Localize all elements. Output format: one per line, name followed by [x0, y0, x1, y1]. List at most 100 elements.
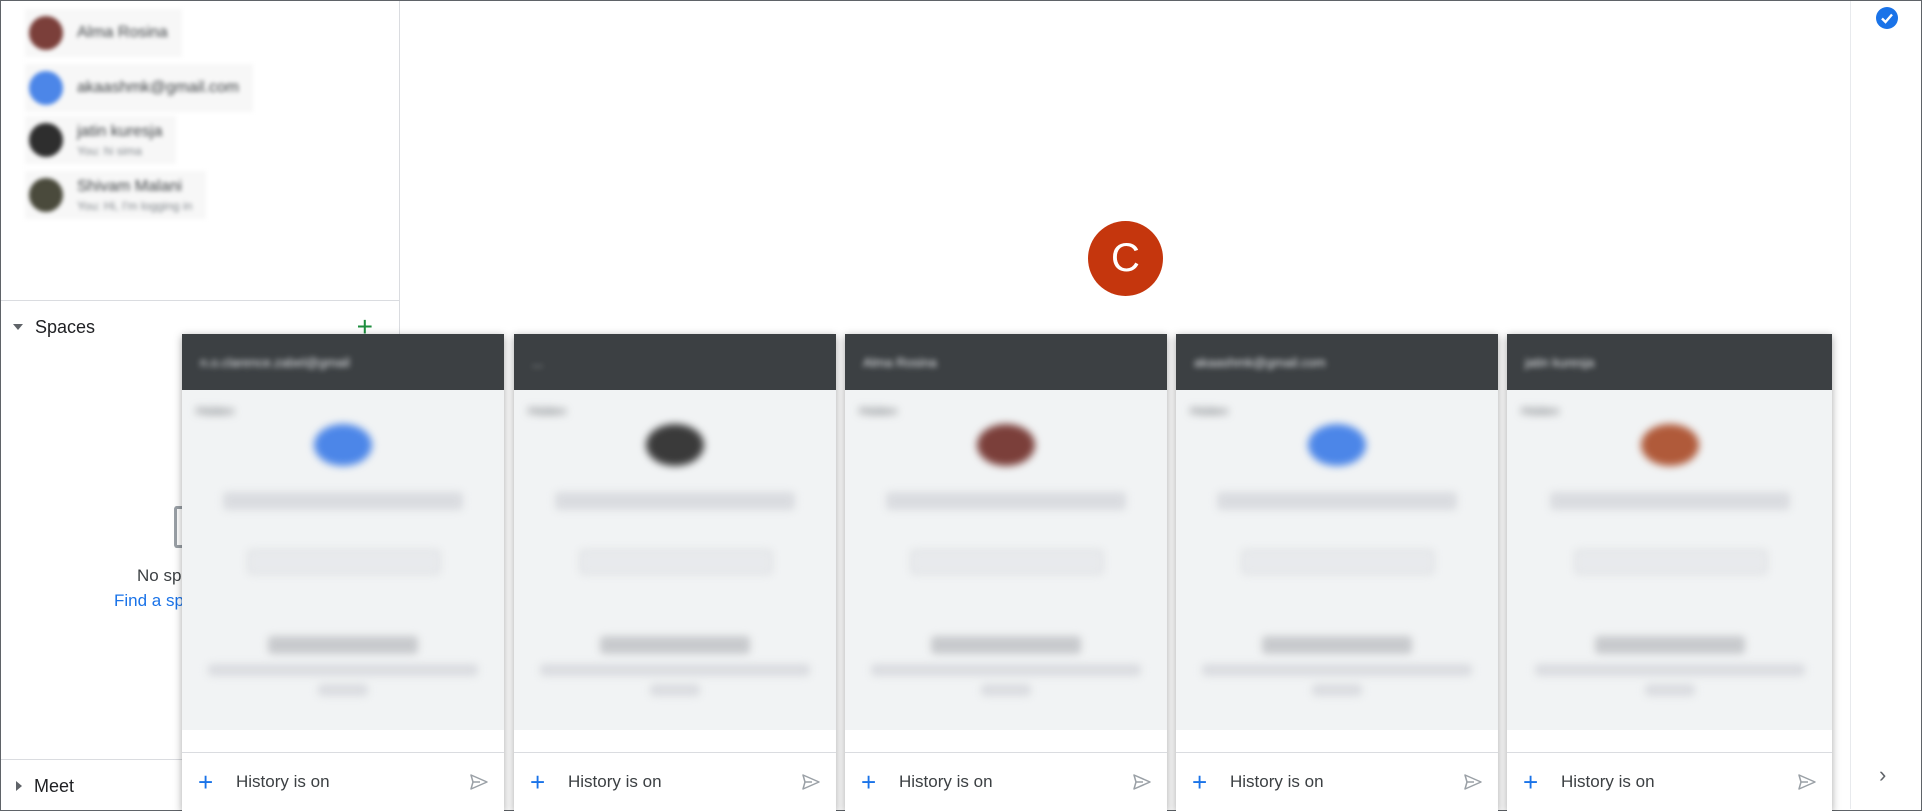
card-title-line: [1594, 636, 1745, 654]
contact-name-line: [555, 492, 795, 510]
chat-window-header[interactable]: jatin kuresja: [1507, 334, 1832, 390]
contact-name-line: [886, 492, 1126, 510]
card-text-line: [540, 664, 810, 676]
dm-preview: You: hi sima: [77, 143, 142, 158]
card-title-line: [1262, 636, 1412, 654]
chat-window-header[interactable]: akaashmk@gmail.com: [1176, 334, 1498, 390]
avatar: [977, 424, 1035, 466]
avatar: [1308, 424, 1366, 466]
blurred-content: Hidden: [1176, 390, 1498, 730]
history-tag: Hidden: [528, 404, 567, 418]
contact-name-line: [223, 492, 463, 510]
composer[interactable]: + History is on: [514, 752, 836, 811]
blurred-content: Hidden: [514, 390, 836, 730]
add-attachment-icon[interactable]: +: [530, 769, 554, 795]
chevron-right-icon[interactable]: ›: [1879, 764, 1901, 786]
send-icon[interactable]: [1462, 771, 1484, 793]
tasks-icon[interactable]: [1876, 7, 1898, 29]
contact-email-pill: [911, 550, 1103, 574]
composer-placeholder[interactable]: History is on: [568, 772, 800, 792]
chat-window-title: akaashmk@gmail.com: [1194, 355, 1326, 370]
dm-item[interactable]: akaashmk@gmail.com: [25, 64, 254, 112]
card-text-line: [1534, 664, 1805, 676]
send-icon[interactable]: [800, 771, 822, 793]
caret-down-icon: [13, 324, 23, 330]
add-attachment-icon[interactable]: +: [198, 769, 222, 795]
send-icon[interactable]: [468, 771, 490, 793]
composer[interactable]: + History is on: [182, 752, 504, 811]
card-text-line: [1312, 684, 1362, 696]
composer-placeholder[interactable]: History is on: [1561, 772, 1796, 792]
card-title-line: [931, 636, 1081, 654]
avatar: [1640, 424, 1699, 466]
card-text-line: [318, 684, 368, 696]
dm-preview: You: Hi, I'm logging in: [77, 198, 193, 213]
add-attachment-icon[interactable]: +: [861, 769, 885, 795]
find-space-link[interactable]: Find a sp: [114, 591, 184, 611]
chat-window[interactable]: Alma Rosina Hidden + History is on: [845, 334, 1167, 811]
divider: [1, 300, 399, 301]
blurred-content: Hidden: [845, 390, 1167, 730]
avatar: [646, 424, 704, 466]
chat-window-body: Hidden: [514, 390, 836, 730]
caret-right-icon: [16, 781, 22, 791]
chat-window[interactable]: akaashmk@gmail.com Hidden + History is o…: [1176, 334, 1498, 811]
history-tag: Hidden: [859, 404, 898, 418]
chat-window-header[interactable]: ...: [514, 334, 836, 390]
contact-email-pill: [1242, 550, 1434, 574]
history-tag: Hidden: [1521, 404, 1560, 418]
card-text-line: [1202, 664, 1472, 676]
send-icon[interactable]: [1131, 771, 1153, 793]
chat-window-title: n.o.clarence.zabel@gmail: [200, 355, 350, 370]
dm-item[interactable]: Shivam Malani You: Hi, I'm logging in: [25, 171, 207, 219]
chat-window-body: Hidden: [845, 390, 1167, 730]
avatar-letter: C: [1111, 236, 1140, 280]
add-attachment-icon[interactable]: +: [1192, 769, 1216, 795]
contact-email-pill: [580, 550, 772, 574]
dm-item[interactable]: jatin kuresja You: hi sima: [25, 116, 177, 164]
card-text-line: [871, 664, 1141, 676]
chat-window-title: ...: [532, 355, 543, 370]
avatar: [314, 424, 372, 466]
blurred-content: Hidden: [182, 390, 504, 730]
avatar: [29, 16, 63, 50]
card-text-line: [650, 684, 700, 696]
card-text-line: [981, 684, 1031, 696]
history-tag: Hidden: [1190, 404, 1229, 418]
composer-placeholder[interactable]: History is on: [1230, 772, 1462, 792]
card-text-line: [1644, 684, 1695, 696]
meet-label: Meet: [34, 775, 75, 796]
spaces-label: Spaces: [35, 316, 96, 337]
blurred-content: Hidden: [1507, 390, 1832, 730]
chat-window-header[interactable]: n.o.clarence.zabel@gmail: [182, 334, 504, 390]
right-rail-divider: [1850, 1, 1851, 809]
avatar: [29, 71, 63, 105]
composer-placeholder[interactable]: History is on: [236, 772, 468, 792]
contact-email-pill: [1574, 550, 1767, 574]
card-text-line: [208, 664, 478, 676]
dm-item[interactable]: Alma Rosina: [25, 9, 182, 57]
avatar: [29, 123, 63, 157]
chat-window-body: Hidden: [1176, 390, 1498, 730]
chat-window[interactable]: ... Hidden + History is on: [514, 334, 836, 811]
chat-window-header[interactable]: Alma Rosina: [845, 334, 1167, 390]
dm-name: Alma Rosina: [77, 24, 168, 41]
contact-name-line: [1549, 492, 1790, 510]
composer-placeholder[interactable]: History is on: [899, 772, 1131, 792]
avatar: [29, 178, 63, 212]
chat-window-title: jatin kuresja: [1525, 355, 1595, 370]
card-title-line: [268, 636, 418, 654]
contact-email-pill: [248, 550, 440, 574]
composer[interactable]: + History is on: [845, 752, 1167, 811]
composer[interactable]: + History is on: [1176, 752, 1498, 811]
add-attachment-icon[interactable]: +: [1523, 769, 1547, 795]
chat-window[interactable]: n.o.clarence.zabel@gmail Hidden + Histor…: [182, 334, 504, 811]
composer[interactable]: + History is on: [1507, 752, 1832, 811]
dm-name: akaashmk@gmail.com: [77, 79, 240, 96]
chat-window[interactable]: jatin kuresja Hidden + History is on: [1507, 334, 1832, 811]
chat-window-title: Alma Rosina: [863, 355, 937, 370]
send-icon[interactable]: [1796, 771, 1818, 793]
contact-name-line: [1217, 492, 1457, 510]
dm-name: jatin kuresja: [77, 122, 163, 140]
no-spaces-text: No sp: [137, 566, 182, 585]
